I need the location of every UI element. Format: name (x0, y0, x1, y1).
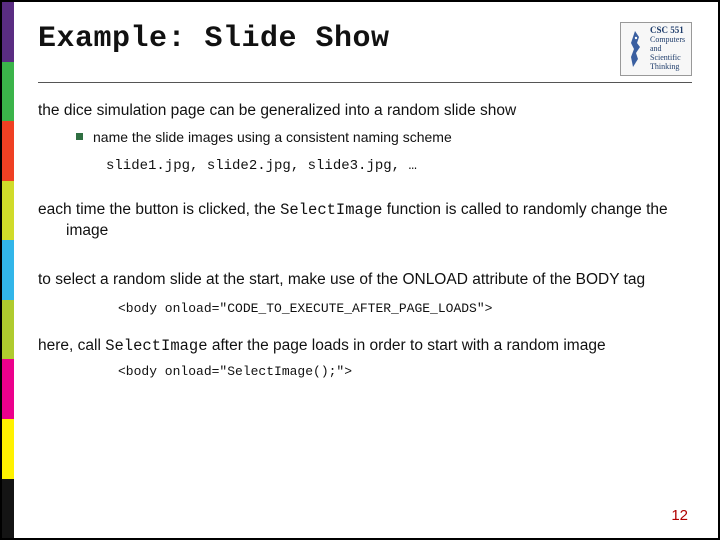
logo-line: Thinking (650, 63, 685, 72)
page-number: 12 (671, 507, 688, 524)
text: each time the button is clicked, the (38, 201, 280, 218)
bluejay-icon (624, 26, 646, 72)
paragraph: here, call SelectImage after the page lo… (38, 336, 692, 357)
paragraph: the dice simulation page can be generali… (38, 101, 692, 122)
code-onload-example: <body onload="SelectImage();"> (118, 363, 692, 381)
slide-content: Example: Slide Show CSC 551 Computers an… (14, 2, 718, 538)
left-stripe-decor (2, 2, 14, 538)
code-filenames: slide1.jpg, slide2.jpg, slide3.jpg, … (106, 157, 692, 176)
paragraph: to select a random slide at the start, m… (38, 270, 692, 291)
code-onload-template: <body onload="CODE_TO_EXECUTE_AFTER_PAGE… (118, 300, 692, 318)
text: here, call (38, 337, 105, 354)
slide: Example: Slide Show CSC 551 Computers an… (0, 0, 720, 540)
bullet-icon (76, 133, 83, 140)
course-logo: CSC 551 Computers and Scientific Thinkin… (620, 22, 692, 76)
inline-code: SelectImage (280, 201, 382, 219)
slide-body: the dice simulation page can be generali… (38, 101, 692, 380)
paragraph: each time the button is clicked, the Sel… (38, 200, 692, 242)
text: after the page loads in order to start w… (208, 337, 606, 354)
inline-code: SelectImage (105, 337, 207, 355)
sub-bullet: name the slide images using a consistent… (76, 128, 692, 147)
header: Example: Slide Show CSC 551 Computers an… (38, 22, 692, 83)
sub-bullet-text: name the slide images using a consistent… (93, 128, 452, 147)
slide-title: Example: Slide Show (38, 22, 390, 56)
logo-text: CSC 551 Computers and Scientific Thinkin… (650, 26, 685, 71)
